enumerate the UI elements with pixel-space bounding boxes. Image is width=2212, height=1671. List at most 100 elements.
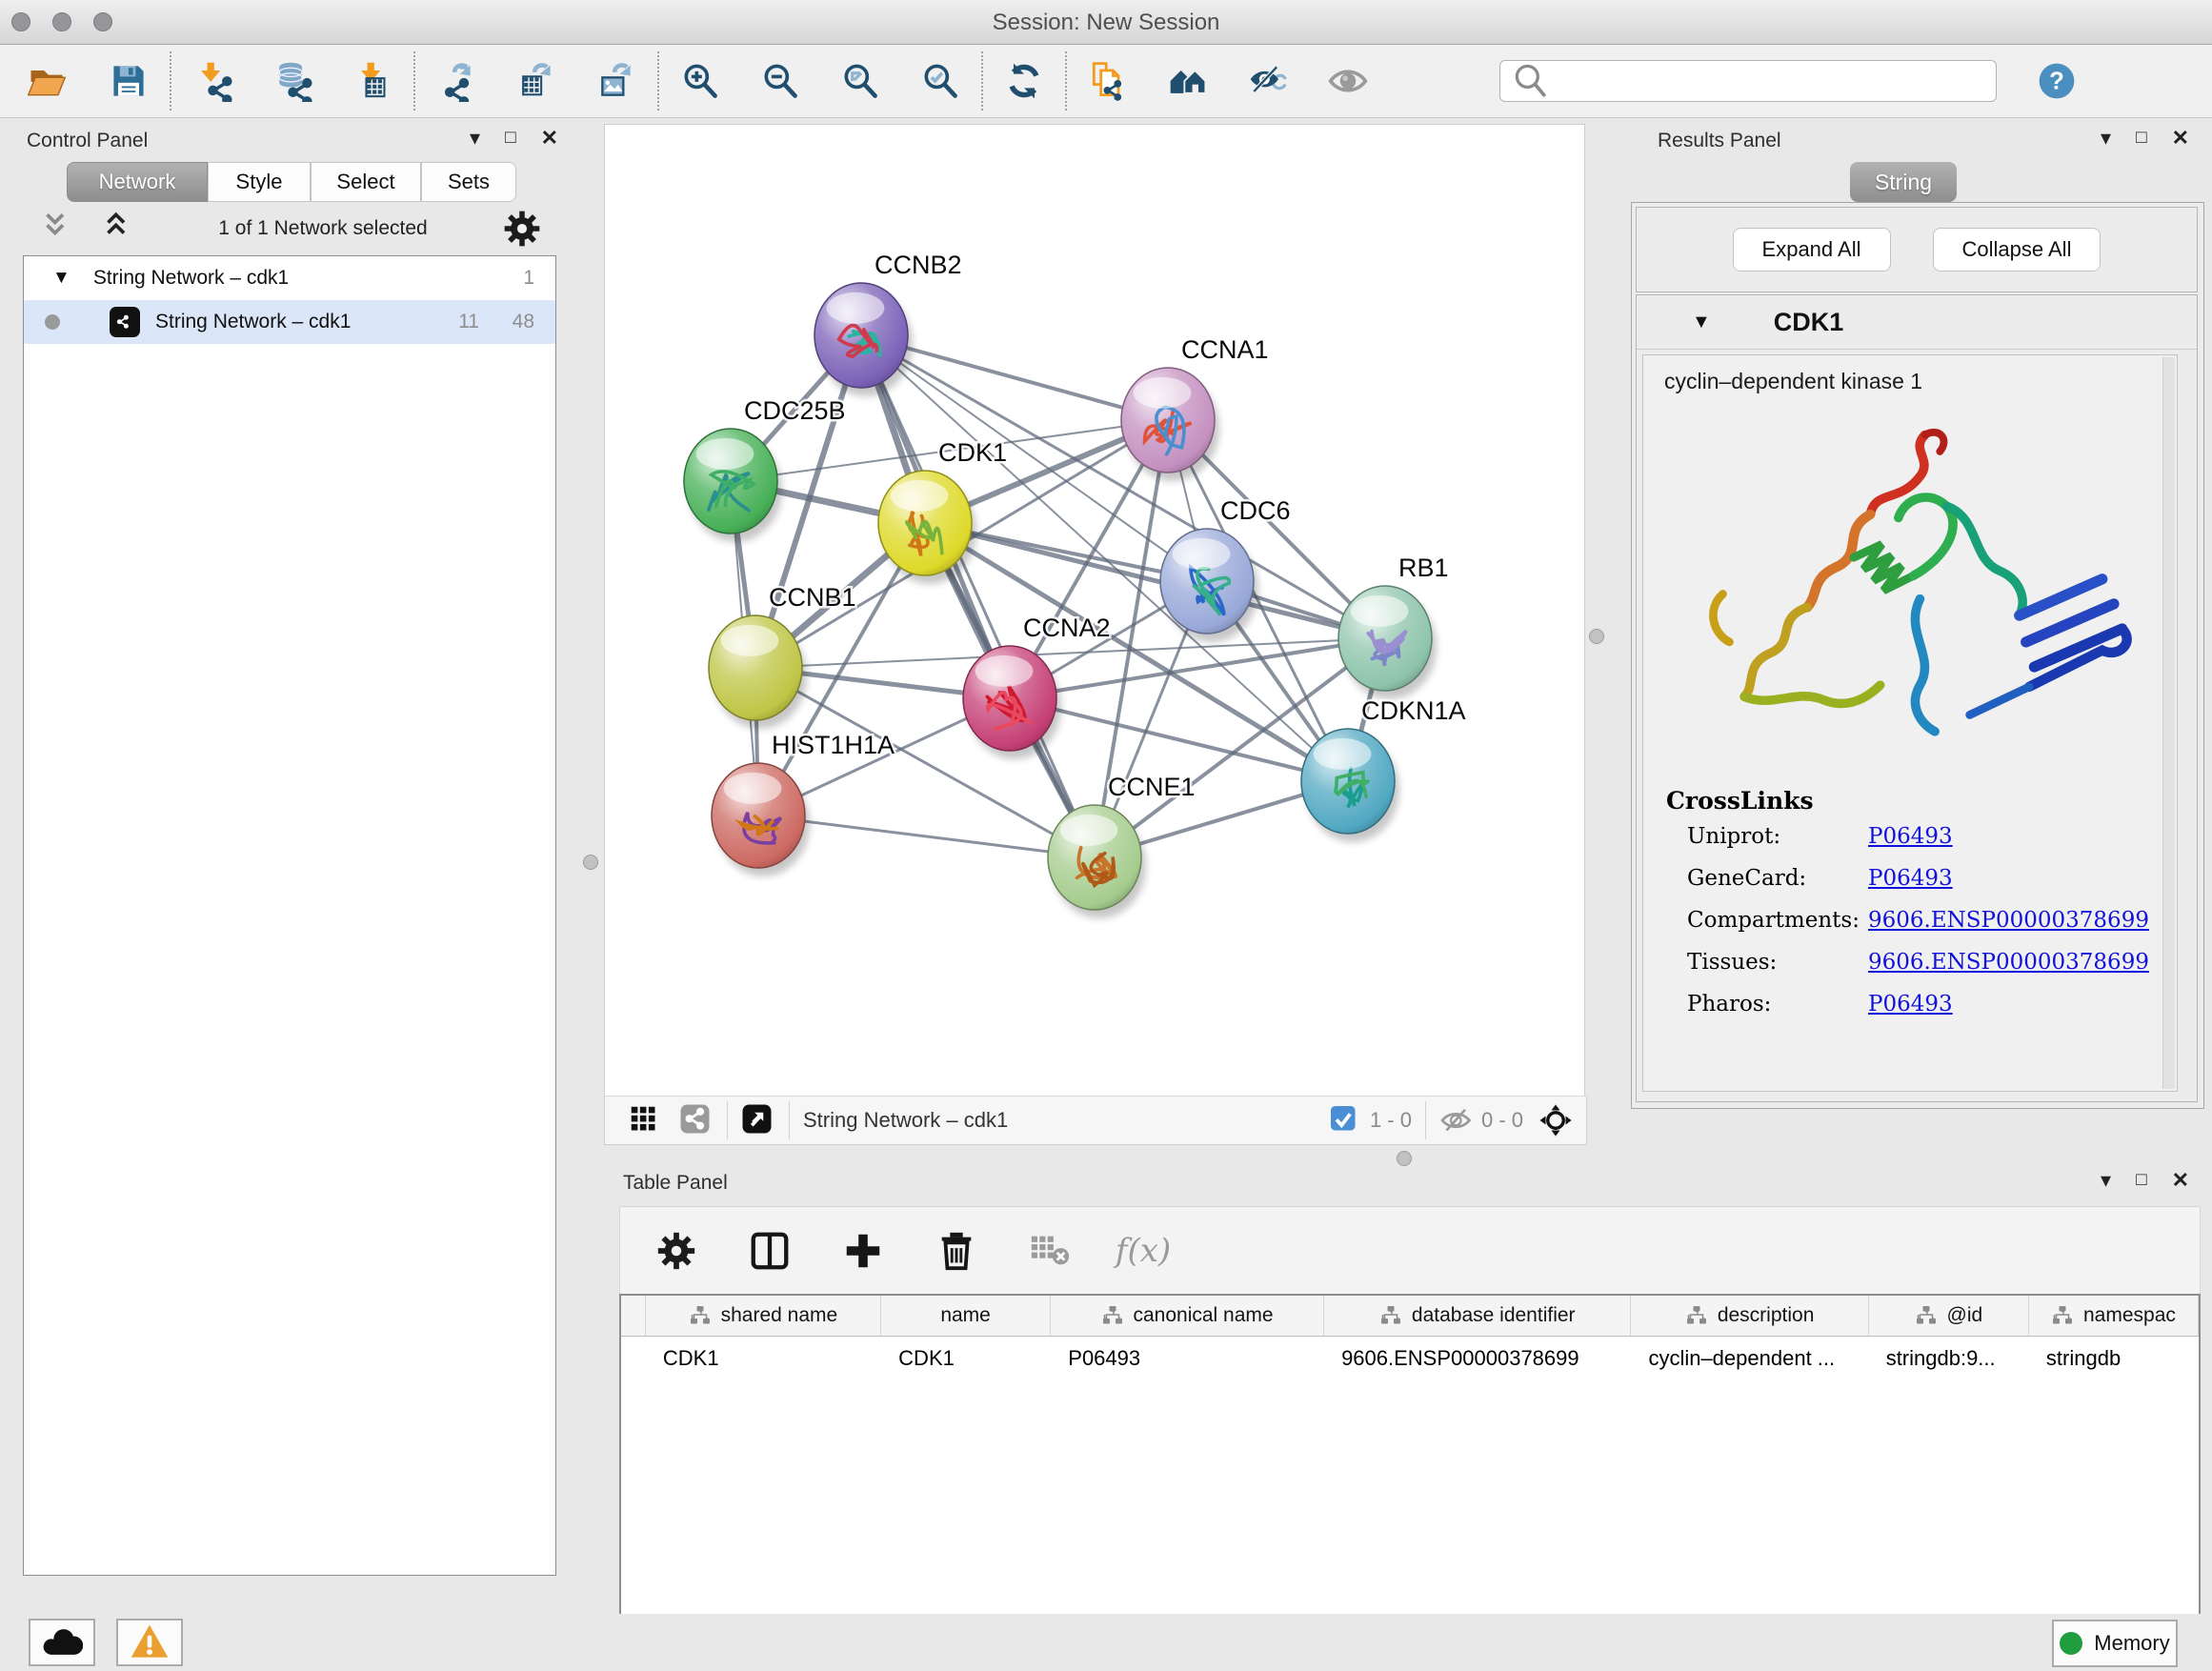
show-all-networks-button[interactable] <box>1160 53 1216 109</box>
fit-selected-button[interactable] <box>1538 1101 1573 1139</box>
tab-select[interactable]: Select <box>311 162 421 202</box>
memory-button[interactable]: Memory <box>2052 1620 2178 1667</box>
column-header-database-identifier[interactable]: database identifier <box>1324 1296 1631 1336</box>
function-builder-button[interactable]: f(x) <box>1116 1223 1171 1278</box>
network-node-cdkn1a[interactable]: CDKN1A <box>1301 696 1466 842</box>
table-panel-close-button[interactable]: ✕ <box>2172 1168 2189 1193</box>
search-input[interactable] <box>1559 68 1986 94</box>
table-panel: Table Panel ▾ □ ✕ f(x) shared namenameca… <box>604 1168 2212 1608</box>
tree-icon <box>689 1304 712 1327</box>
tab-string[interactable]: String <box>1850 162 1957 202</box>
apply-layout-button[interactable] <box>996 53 1052 109</box>
help-button[interactable]: ? <box>2029 53 2084 109</box>
table-cell[interactable]: CDK1 <box>881 1346 1051 1371</box>
zoom-out-button[interactable] <box>753 53 808 109</box>
results-panel-float-button[interactable]: ▾ <box>2101 126 2111 151</box>
collapse-all-button[interactable]: Collapse All <box>1933 228 2101 272</box>
crosslink-link[interactable]: 9606.ENSP00000378699 <box>1868 950 2149 975</box>
checkbox-icon[interactable] <box>1328 1103 1362 1137</box>
warnings-button[interactable] <box>116 1619 183 1666</box>
network-row-selected[interactable]: String Network – cdk1 11 48 <box>24 300 555 344</box>
toolbar-separator <box>657 51 659 111</box>
crosslink-label: Uniprot: <box>1687 824 1868 849</box>
network-node-ccnb1[interactable]: CCNB1 <box>709 583 856 729</box>
splitter-handle-right[interactable] <box>1589 629 1604 644</box>
expand-all-networks-icon[interactable] <box>103 208 145 250</box>
network-options-gear-icon[interactable] <box>501 208 543 250</box>
table-row[interactable]: CDK1CDK1P064939606.ENSP00000378699cyclin… <box>621 1337 2199 1380</box>
show-hidden-button[interactable] <box>1320 53 1376 109</box>
show-columns-button[interactable] <box>742 1223 797 1278</box>
create-column-button[interactable] <box>835 1223 891 1278</box>
delete-table-button[interactable] <box>1022 1223 1077 1278</box>
splitter-handle-left[interactable] <box>583 855 598 870</box>
crosslink-link[interactable]: P06493 <box>1868 866 1953 891</box>
network-collection-row[interactable]: ▼ String Network – cdk1 1 <box>24 256 555 300</box>
table-cell[interactable]: stringdb <box>2029 1346 2199 1371</box>
import-table-button[interactable] <box>345 53 400 109</box>
table-cell[interactable]: CDK1 <box>646 1346 881 1371</box>
network-edge[interactable] <box>861 335 1095 857</box>
table-panel-float-button[interactable]: ▾ <box>2101 1168 2111 1193</box>
crosslink-link[interactable]: P06493 <box>1868 824 1953 849</box>
control-panel-float-button[interactable]: ▾ <box>470 126 480 151</box>
network-node-ccnb2[interactable]: CCNB2 <box>814 251 962 396</box>
export-network-button[interactable] <box>429 53 484 109</box>
collection-expander-icon[interactable]: ▼ <box>52 268 70 289</box>
table-panel-maximize-button[interactable]: □ <box>2136 1170 2146 1191</box>
network-node-hist1h1a[interactable]: HIST1H1A <box>712 731 895 876</box>
network-node-ccne1[interactable]: CCNE1 <box>1048 773 1196 918</box>
network-edge[interactable] <box>925 523 1385 638</box>
gene-details-scrollbar[interactable] <box>2162 357 2175 1089</box>
expand-all-button[interactable]: Expand All <box>1733 228 1891 272</box>
zoom-fit-button[interactable] <box>833 53 888 109</box>
export-image-button[interactable] <box>589 53 644 109</box>
houses-icon <box>1167 60 1209 102</box>
window-title: Session: New Session <box>0 10 2212 36</box>
tab-style[interactable]: Style <box>208 162 311 202</box>
save-session-button[interactable] <box>101 53 156 109</box>
cloud-status-button[interactable] <box>29 1619 95 1666</box>
copy-style-button[interactable] <box>1080 53 1136 109</box>
gene-section-header[interactable]: ▼ CDK1 <box>1637 295 2197 350</box>
zoom-selected-button[interactable] <box>913 53 968 109</box>
network-graph[interactable]: CCNB2 CCNA1 CDC25B CDK1 CDC6 RB1 CCNB1 <box>605 125 1584 1096</box>
import-network-from-database-button[interactable] <box>265 53 320 109</box>
export-table-button[interactable] <box>509 53 564 109</box>
table-cell[interactable]: P06493 <box>1051 1346 1324 1371</box>
network-node-rb1[interactable]: RB1 <box>1338 554 1449 699</box>
hide-selected-button[interactable] <box>1240 53 1296 109</box>
table-cell[interactable]: 9606.ENSP00000378699 <box>1324 1346 1631 1371</box>
open-session-button[interactable] <box>19 53 74 109</box>
column-header-shared-name[interactable]: shared name <box>646 1296 881 1336</box>
table-cell[interactable]: stringdb:9... <box>1869 1346 2029 1371</box>
gene-expander-icon[interactable]: ▼ <box>1692 312 1711 333</box>
table-cell[interactable]: cyclin–dependent ... <box>1631 1346 1868 1371</box>
control-panel-close-button[interactable]: ✕ <box>541 126 558 151</box>
network-node-ccna1[interactable]: CCNA1 <box>1121 335 1269 481</box>
column-header-canonical-name[interactable]: canonical name <box>1051 1296 1324 1336</box>
collapse-all-networks-icon[interactable] <box>42 208 84 250</box>
column-header--id[interactable]: @id <box>1869 1296 2029 1336</box>
birdseye-button[interactable] <box>741 1101 775 1139</box>
crosslink-label: Pharos: <box>1687 992 1868 1017</box>
column-header-description[interactable]: description <box>1631 1296 1868 1336</box>
import-network-button[interactable] <box>185 53 240 109</box>
zoom-in-button[interactable] <box>673 53 728 109</box>
control-panel-maximize-button[interactable]: □ <box>505 128 515 149</box>
column-header-name[interactable]: name <box>881 1296 1051 1336</box>
table-options-button[interactable] <box>649 1223 704 1278</box>
results-panel-close-button[interactable]: ✕ <box>2172 126 2189 151</box>
delete-column-button[interactable] <box>929 1223 984 1278</box>
results-panel-maximize-button[interactable]: □ <box>2136 128 2146 149</box>
grid-view-button[interactable] <box>628 1101 662 1139</box>
crosslink-link[interactable]: P06493 <box>1868 992 1953 1017</box>
tab-network[interactable]: Network <box>67 162 208 202</box>
tab-sets[interactable]: Sets <box>421 162 516 202</box>
splitter-handle-bottom[interactable] <box>1397 1151 1412 1166</box>
column-header-namespac[interactable]: namespac <box>2029 1296 2199 1336</box>
network-canvas[interactable]: CCNB2 CCNA1 CDC25B CDK1 CDC6 RB1 CCNB1 <box>604 124 1585 1097</box>
network-overview-toggle-button[interactable] <box>679 1101 714 1139</box>
crosslink-link[interactable]: 9606.ENSP00000378699 <box>1868 908 2149 933</box>
columns-icon <box>748 1229 792 1273</box>
